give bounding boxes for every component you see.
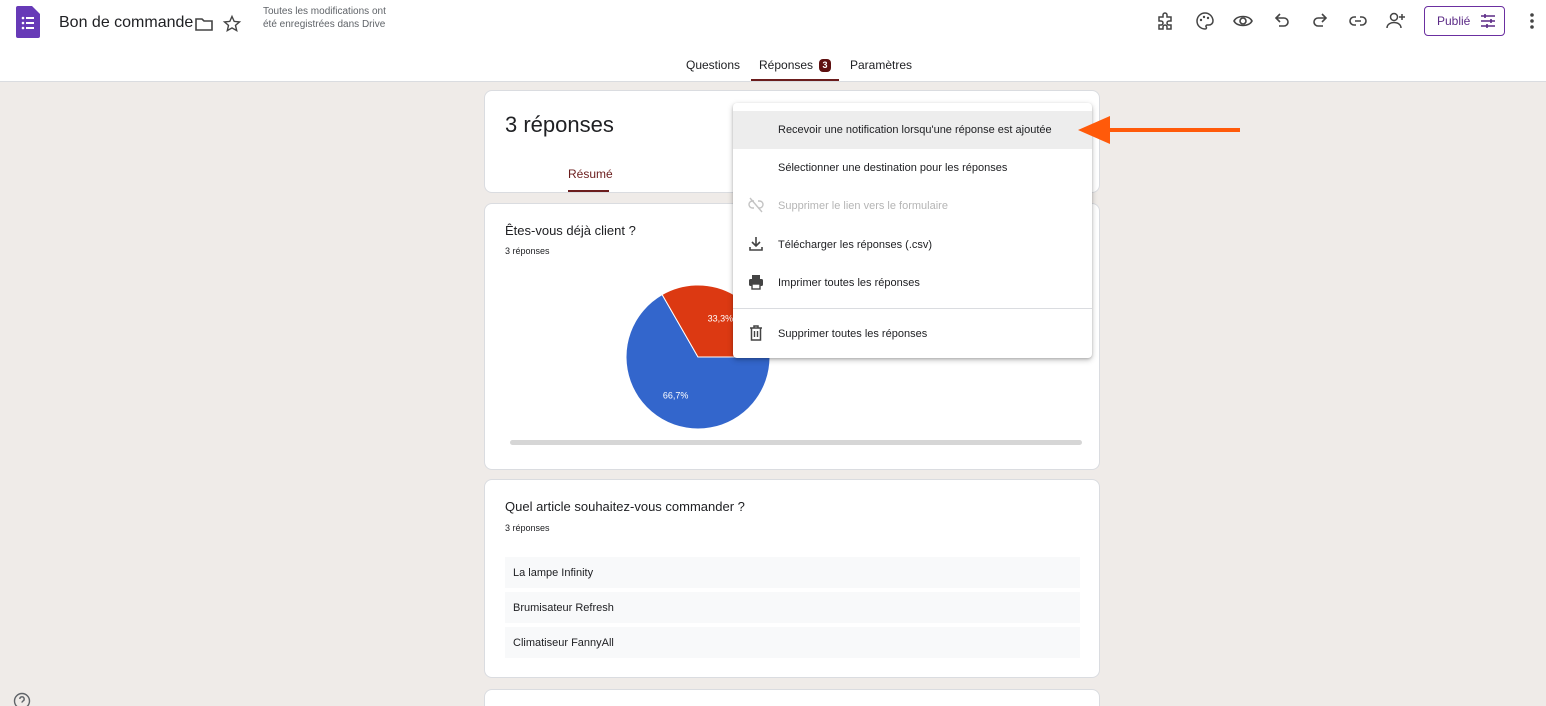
menu-item-label: Supprimer le lien vers le formulaire bbox=[778, 200, 948, 212]
star-icon[interactable] bbox=[222, 14, 242, 34]
menu-divider bbox=[733, 308, 1092, 309]
redo-icon[interactable] bbox=[1309, 10, 1331, 32]
annotation-arrow-icon bbox=[1078, 116, 1240, 144]
responses-count-badge: 3 bbox=[819, 59, 831, 72]
trash-icon bbox=[750, 325, 762, 341]
response-count-title: 3 réponses bbox=[505, 112, 614, 137]
print-icon bbox=[749, 275, 763, 290]
undo-icon[interactable] bbox=[1271, 10, 1293, 32]
tab-questions[interactable]: Questions bbox=[686, 58, 740, 72]
pie-slice-label: 33,3% bbox=[708, 313, 734, 323]
top-bar: Bon de commande Toutes les modifications… bbox=[0, 0, 1546, 82]
question-card: Quel article souhaitez-vous commander ? … bbox=[484, 479, 1100, 678]
publish-label: Publié bbox=[1437, 14, 1471, 28]
question-response-count: 3 réponses bbox=[505, 246, 550, 256]
tab-settings[interactable]: Paramètres bbox=[850, 58, 912, 72]
save-status: Toutes les modifications ont été enregis… bbox=[263, 6, 386, 30]
menu-item-unlink-form: Supprimer le lien vers le formulaire bbox=[733, 187, 1092, 225]
menu-item-label: Imprimer toutes les réponses bbox=[778, 277, 920, 289]
menu-item-label: Sélectionner une destination pour les ré… bbox=[778, 162, 1008, 174]
palette-icon[interactable] bbox=[1194, 10, 1216, 32]
question-card bbox=[484, 689, 1100, 706]
menu-item-label: Recevoir une notification lorsqu'une rép… bbox=[778, 124, 1052, 136]
unlink-icon bbox=[748, 197, 764, 213]
pie-slice-label: 66,7% bbox=[663, 391, 689, 401]
add-collaborator-icon[interactable] bbox=[1385, 10, 1407, 32]
folder-icon[interactable] bbox=[194, 14, 214, 34]
question-title: Quel article souhaitez-vous commander ? bbox=[505, 499, 745, 514]
menu-item-label: Télécharger les réponses (.csv) bbox=[778, 239, 933, 251]
forms-logo-icon[interactable] bbox=[16, 6, 40, 38]
publish-settings-icon bbox=[1481, 14, 1496, 28]
tab-responses[interactable]: Réponses bbox=[759, 58, 813, 72]
addon-icon[interactable] bbox=[1155, 10, 1177, 32]
menu-item-notify[interactable]: Recevoir une notification lorsqu'une rép… bbox=[733, 111, 1092, 149]
publish-button[interactable]: Publié bbox=[1424, 6, 1505, 36]
menu-item-print-all[interactable]: Imprimer toutes les réponses bbox=[733, 264, 1092, 302]
tab-bar: Questions Réponses 3 Paramètres bbox=[0, 52, 1546, 82]
menu-item-delete-all[interactable]: Supprimer toutes les réponses bbox=[733, 315, 1092, 353]
download-icon bbox=[749, 237, 763, 251]
answer-row: Brumisateur Refresh bbox=[505, 592, 1080, 623]
summary-tab-indicator bbox=[568, 190, 609, 192]
question-title: Êtes-vous déjà client ? bbox=[505, 223, 636, 238]
answer-row: La lampe Infinity bbox=[505, 557, 1080, 588]
horizontal-scrollbar[interactable] bbox=[510, 440, 1082, 445]
link-icon[interactable] bbox=[1347, 10, 1369, 32]
menu-item-label: Supprimer toutes les réponses bbox=[778, 328, 928, 340]
more-vert-icon[interactable] bbox=[1522, 10, 1542, 32]
help-icon[interactable] bbox=[13, 692, 31, 706]
menu-item-select-destination[interactable]: Sélectionner une destination pour les ré… bbox=[733, 149, 1092, 187]
menu-item-download-csv[interactable]: Télécharger les réponses (.csv) bbox=[733, 226, 1092, 264]
question-response-count: 3 réponses bbox=[505, 523, 550, 533]
document-title[interactable]: Bon de commande bbox=[59, 14, 193, 32]
responses-more-menu: Recevoir une notification lorsqu'une rép… bbox=[733, 103, 1092, 358]
tab-summary[interactable]: Résumé bbox=[568, 167, 613, 181]
preview-eye-icon[interactable] bbox=[1232, 10, 1254, 32]
answer-row: Climatiseur FannyAll bbox=[505, 627, 1080, 658]
